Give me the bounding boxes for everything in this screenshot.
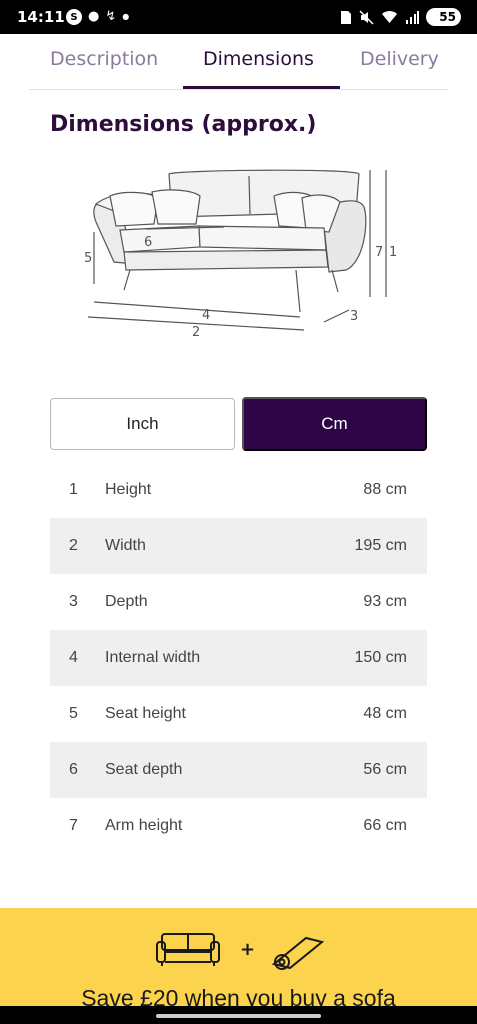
missed-call-icon: ↯ [105, 9, 117, 24]
system-icons: 55 [340, 8, 461, 26]
table-row: 3 Depth 93 cm [50, 574, 427, 630]
row-number: 1 [69, 481, 78, 498]
notification-icons: S ● ↯ ● [66, 9, 129, 25]
cm-button[interactable]: Cm [242, 397, 427, 451]
navigation-bar [0, 1006, 477, 1024]
dim-label-2: 2 [192, 325, 200, 340]
row-value: 88 cm [363, 481, 407, 498]
dim-label-7: 7 [375, 245, 383, 260]
row-label: Arm height [105, 817, 183, 834]
table-row: 1 Height 88 cm [50, 462, 427, 518]
row-number: 7 [69, 817, 78, 834]
signal-icon [406, 11, 419, 24]
tab-description[interactable]: Description [50, 48, 158, 70]
tabs-divider [29, 89, 448, 90]
row-value: 93 cm [363, 593, 407, 610]
table-row: 4 Internal width 150 cm [50, 630, 427, 686]
row-label: Seat height [105, 705, 186, 722]
row-label: Internal width [105, 649, 201, 666]
table-row: 7 Arm height 66 cm [50, 798, 427, 854]
table-row: 5 Seat height 48 cm [50, 686, 427, 742]
row-number: 6 [69, 761, 78, 778]
tab-delivery[interactable]: Delivery [360, 48, 439, 70]
mute-icon [359, 9, 374, 25]
row-value: 150 cm [354, 649, 407, 666]
table-row: 6 Seat depth 56 cm [50, 742, 427, 798]
product-tabs: Description Dimensions Delivery [0, 34, 477, 90]
row-value: 195 cm [354, 537, 407, 554]
dim-label-3: 3 [350, 309, 358, 324]
plus-sign: + [240, 939, 255, 960]
row-number: 2 [69, 537, 78, 554]
inch-button[interactable]: Inch [50, 398, 235, 450]
row-number: 5 [69, 705, 78, 722]
status-time: 14:11 [17, 8, 65, 26]
section-title: Dimensions (approx.) [50, 112, 317, 137]
sofa-icon [156, 933, 220, 966]
row-value: 56 cm [363, 761, 407, 778]
row-number: 3 [69, 593, 78, 610]
skype-icon: S [66, 9, 82, 25]
tab-dimensions[interactable]: Dimensions [203, 48, 314, 70]
row-label: Depth [105, 593, 148, 610]
dim-label-4: 4 [202, 308, 210, 323]
row-label: Height [105, 481, 152, 498]
dimensions-table: 1 Height 88 cm 2 Width 195 cm 3 Depth 93… [50, 462, 427, 854]
row-label: Width [105, 537, 146, 554]
row-value: 48 cm [363, 705, 407, 722]
dim-label-1: 1 [389, 245, 397, 260]
promo-icons: + [156, 933, 325, 970]
dim-label-6: 6 [144, 235, 152, 250]
home-gesture-handle[interactable] [156, 1014, 321, 1018]
battery-icon: 55 [426, 8, 461, 26]
status-bar: 14:11 S ● ↯ ● 55 [0, 0, 477, 34]
wifi-icon [382, 11, 397, 23]
sim-card-icon [341, 10, 351, 24]
row-number: 4 [69, 649, 78, 666]
table-row: 2 Width 195 cm [50, 518, 427, 574]
row-value: 66 cm [363, 817, 407, 834]
dot-icon: ● [122, 12, 130, 21]
rug-roll-icon [271, 936, 325, 970]
row-label: Seat depth [105, 761, 183, 778]
dim-label-5: 5 [84, 251, 92, 266]
chat-bubble-icon: ● [88, 9, 100, 24]
sofa-dimension-diagram: 5 6 4 2 3 7 1 [84, 169, 397, 340]
